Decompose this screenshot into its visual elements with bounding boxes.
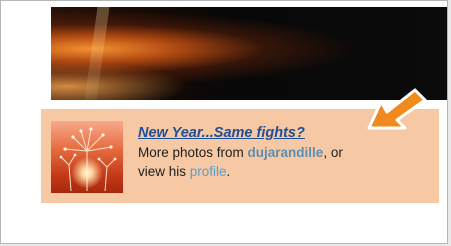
- dandelion-seeds-graphic: [59, 127, 117, 192]
- view-his-prefix: view his: [138, 164, 190, 179]
- photo-title-link[interactable]: New Year...Same fights?: [138, 125, 305, 141]
- dandelion-thumbnail[interactable]: [51, 121, 123, 193]
- period-text: .: [226, 164, 231, 179]
- profile-link[interactable]: profile: [190, 164, 227, 179]
- or-text: , or: [323, 145, 343, 160]
- more-photos-prefix: More photos from: [138, 145, 248, 160]
- screenshot-frame: New Year...Same fights? More photos from…: [0, 0, 448, 244]
- username-link[interactable]: dujarandille: [248, 145, 324, 160]
- photo-light-streak: [84, 7, 110, 100]
- orange-pointer-arrow-icon: [367, 88, 427, 130]
